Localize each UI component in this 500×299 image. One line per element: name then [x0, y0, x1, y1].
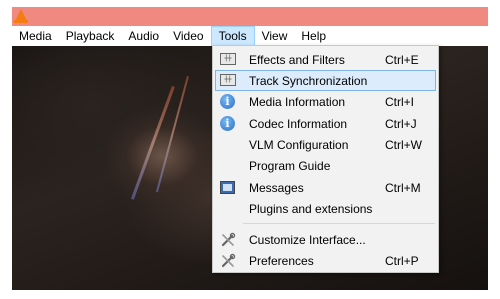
menu-item-preferences[interactable]: Preferences Ctrl+P [215, 250, 436, 271]
menu-separator [243, 223, 435, 224]
info-icon: i [220, 116, 236, 131]
tools-dropdown-menu: ┼┼ Effects and Filters Ctrl+E ┼┼ Track S… [212, 45, 439, 273]
menu-item-customize-interface[interactable]: Customize Interface... [215, 229, 436, 250]
menu-item-track-synchronization[interactable]: ┼┼ Track Synchronization [215, 70, 436, 91]
menu-item-messages[interactable]: Messages Ctrl+M [215, 177, 436, 198]
menu-tools[interactable]: Tools [210, 26, 255, 46]
menu-audio[interactable]: Audio [121, 26, 166, 46]
tools-icon [220, 232, 236, 247]
equalizer-icon: ┼┼ [220, 73, 236, 88]
menu-playback[interactable]: Playback [59, 26, 122, 46]
tools-icon [220, 253, 236, 268]
menu-view[interactable]: View [255, 26, 295, 46]
menu-item-codec-information[interactable]: i Codec Information Ctrl+J [215, 113, 436, 134]
menu-bar: Media Playback Audio Video Tools View He… [12, 26, 488, 46]
equalizer-icon: ┼┼ [220, 52, 236, 67]
menu-help[interactable]: Help [294, 26, 333, 46]
menu-media[interactable]: Media [12, 26, 59, 46]
menu-video[interactable]: Video [166, 26, 210, 46]
title-bar [12, 7, 488, 26]
menu-item-media-information[interactable]: i Media Information Ctrl+I [215, 91, 436, 112]
info-icon: i [220, 94, 236, 109]
menu-item-effects-and-filters[interactable]: ┼┼ Effects and Filters Ctrl+E [215, 49, 436, 70]
menu-item-vlm-configuration[interactable]: VLM Configuration Ctrl+W [215, 134, 436, 155]
messages-icon [220, 180, 236, 195]
menu-item-program-guide[interactable]: Program Guide [215, 155, 436, 176]
menu-item-plugins-and-extensions[interactable]: Plugins and extensions [215, 198, 436, 219]
